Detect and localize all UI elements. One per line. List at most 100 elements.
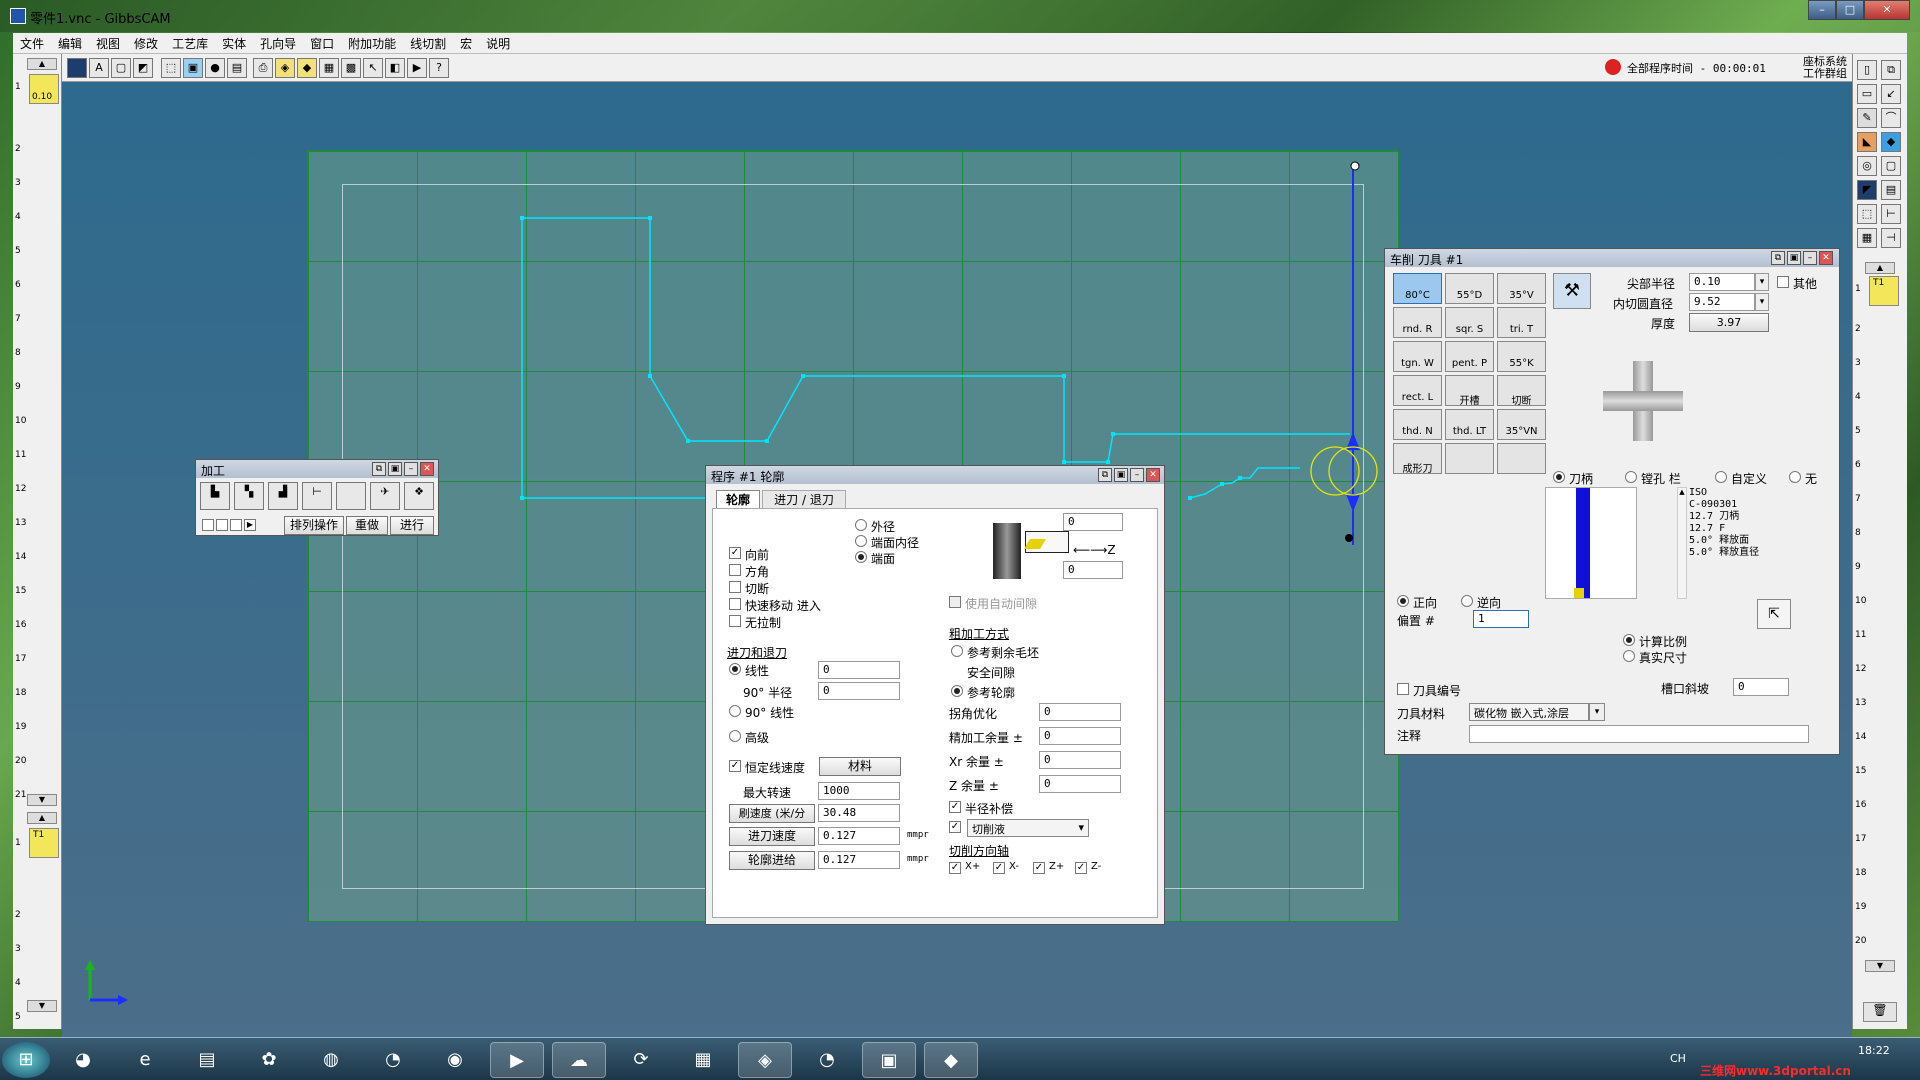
check-css[interactable]: ✓ (729, 760, 741, 772)
taskbar-store-icon[interactable]: ▦ (676, 1042, 730, 1078)
radio-forward[interactable] (1397, 595, 1409, 607)
program-close-icon[interactable]: ✕ (1146, 468, 1160, 482)
right-ruler-scroll-up-icon[interactable]: ▲ (1865, 262, 1895, 274)
dimension-icon[interactable]: ⊣ (1881, 228, 1901, 248)
radio-true-size[interactable] (1623, 650, 1635, 662)
check-no-drag[interactable] (729, 615, 741, 627)
radio-ref-stock[interactable] (951, 645, 963, 657)
contour-op-icon[interactable]: ▚ (234, 482, 264, 510)
radio-90-linear[interactable] (729, 705, 741, 717)
tool-preview-scrollbar[interactable]: ▲ (1677, 487, 1687, 599)
ruler-scroll-down-icon[interactable]: ▼ (27, 794, 57, 806)
measure-icon[interactable]: ⊢ (1881, 204, 1901, 224)
groove-ramp-field[interactable]: 0 (1733, 678, 1789, 696)
taskbar-game-icon[interactable]: ◈ (738, 1042, 792, 1078)
ruler2-scroll-down-icon[interactable]: ▼ (27, 1000, 57, 1012)
taskbar-sync-icon[interactable]: ⟳ (614, 1042, 668, 1078)
tool-orientation-icon[interactable] (1603, 361, 1683, 441)
milling-tool-icon[interactable]: ◆ (1881, 132, 1901, 152)
clock[interactable]: 18:22 (1858, 1044, 1890, 1057)
new-doc-icon[interactable]: ▯ (1857, 60, 1877, 80)
copy-doc-icon[interactable]: ⧉ (1881, 60, 1901, 80)
taskbar-qq-icon[interactable]: ◔ (366, 1042, 420, 1078)
surface-speed-field[interactable]: 30.48 (818, 804, 900, 822)
machining-close-icon[interactable]: ✕ (420, 462, 434, 476)
offset-field[interactable]: 1 (1473, 610, 1529, 628)
material-button[interactable]: 材料 (819, 757, 901, 776)
empty-op-slot[interactable] (336, 482, 366, 510)
diagram-bottom-field[interactable]: 0 (1063, 561, 1123, 579)
process-icon[interactable]: ◤ (1857, 180, 1877, 200)
op-toggle-2[interactable] (216, 519, 228, 531)
lang-indicator[interactable]: CH (1670, 1052, 1686, 1065)
insert-55k[interactable]: 55°K (1497, 341, 1546, 372)
insert-empty-2[interactable] (1497, 443, 1546, 474)
insert-cutoff[interactable]: 切断 (1497, 375, 1546, 407)
check-x-minus[interactable]: ✓ (993, 862, 1005, 874)
check-rapid-entry[interactable] (729, 598, 741, 610)
drill-op-icon[interactable]: ⊢ (302, 482, 332, 510)
contour-feed-button[interactable]: 轮廓进给 (729, 851, 815, 870)
tile-icon[interactable]: ▦ (1857, 228, 1877, 248)
radio-reverse[interactable] (1461, 595, 1473, 607)
insert-square[interactable]: sqr. S (1445, 307, 1494, 338)
redo-button[interactable]: 重做 (346, 516, 388, 535)
insert-form-tool[interactable]: 成形刀 (1393, 443, 1442, 475)
radio-advanced[interactable] (729, 730, 741, 742)
check-tool-number[interactable] (1397, 683, 1409, 695)
rect-tool-icon[interactable]: ▭ (1857, 84, 1877, 104)
material-chevron-down-icon[interactable]: ▾ (1589, 703, 1605, 721)
insert-80c[interactable]: 80°C (1393, 273, 1442, 304)
tab-entry-exit[interactable]: 进刀 / 退刀 (762, 490, 846, 508)
max-rpm-field[interactable]: 1000 (818, 782, 900, 800)
radio-none[interactable] (1789, 471, 1801, 483)
taskbar-media-icon[interactable]: ✿ (242, 1042, 296, 1078)
taskbar-network-icon[interactable]: ◍ (304, 1042, 358, 1078)
taskbar-player-icon[interactable]: ▶ (490, 1042, 544, 1078)
right-tool-tile[interactable]: T1 (1869, 276, 1899, 306)
insert-empty-1[interactable] (1445, 443, 1494, 474)
taskbar-green-app-icon[interactable]: ◉ (428, 1042, 482, 1078)
contour-feed-field[interactable]: 0.127 (818, 851, 900, 869)
axis-tool-icon[interactable]: ↙ (1881, 84, 1901, 104)
ruler-scroll-up-icon[interactable]: ▲ (27, 58, 57, 70)
insert-trigon[interactable]: tgn. W (1393, 341, 1442, 372)
tool-close-icon[interactable]: ✕ (1819, 251, 1833, 265)
taskbar-window-icon[interactable]: ▣ (862, 1042, 916, 1078)
linear-field[interactable]: 0 (818, 661, 900, 679)
pen-tool-icon[interactable]: ✎ (1857, 108, 1877, 128)
op-play-icon[interactable]: ▶ (244, 519, 256, 531)
tool-tile-1[interactable]: 0.10 (29, 74, 59, 104)
feed-in-field[interactable]: 0.127 (818, 827, 900, 845)
check-radius-comp[interactable]: ✓ (949, 801, 961, 813)
tool-flip-icon[interactable]: ⇱ (1757, 599, 1791, 629)
machining-minimize-icon[interactable]: – (404, 462, 418, 476)
radio-od[interactable] (855, 519, 867, 531)
program-pin-icon[interactable]: ▣ (1114, 468, 1128, 482)
turning-tool-icon[interactable]: ◣ (1857, 132, 1877, 152)
custom-op-icon[interactable]: ❖ (404, 482, 434, 510)
tool-minimize-icon[interactable]: – (1803, 251, 1817, 265)
finish-allowance-field[interactable]: 0 (1039, 727, 1121, 745)
program-restore-icon[interactable]: ⧉ (1098, 468, 1112, 482)
roughing-op-icon[interactable]: ▙ (200, 482, 230, 510)
taskbar-gibbscam-icon[interactable]: ◆ (924, 1042, 978, 1078)
insert-35vn[interactable]: 35°VN (1497, 409, 1546, 440)
insert-round[interactable]: rnd. R (1393, 307, 1442, 338)
insert-triangle[interactable]: tri. T (1497, 307, 1546, 338)
machining-pin-icon[interactable]: ▣ (388, 462, 402, 476)
radio-calc-ratio[interactable] (1623, 634, 1635, 646)
corner-opt-field[interactable]: 0 (1039, 703, 1121, 721)
tool-material-dropdown[interactable]: 碳化物 嵌入式,涂层 (1469, 703, 1589, 721)
arc-tool-icon[interactable]: ⌒ (1881, 108, 1901, 128)
diagram-top-field[interactable]: 0 (1063, 513, 1123, 531)
tool-tile-2[interactable]: T1 (29, 828, 59, 858)
insert-groove[interactable]: 开槽 (1445, 375, 1494, 407)
right-ruler-scroll-down-icon[interactable]: ▼ (1865, 960, 1895, 972)
radio-face-id[interactable] (855, 535, 867, 547)
radius-field[interactable]: 0 (818, 682, 900, 700)
check-x-plus[interactable]: ✓ (949, 862, 961, 874)
check-auto-gap[interactable] (949, 596, 961, 608)
coolant-dropdown[interactable]: 切削液 ▾ (967, 819, 1089, 837)
check-coolant[interactable]: ✓ (949, 821, 961, 833)
